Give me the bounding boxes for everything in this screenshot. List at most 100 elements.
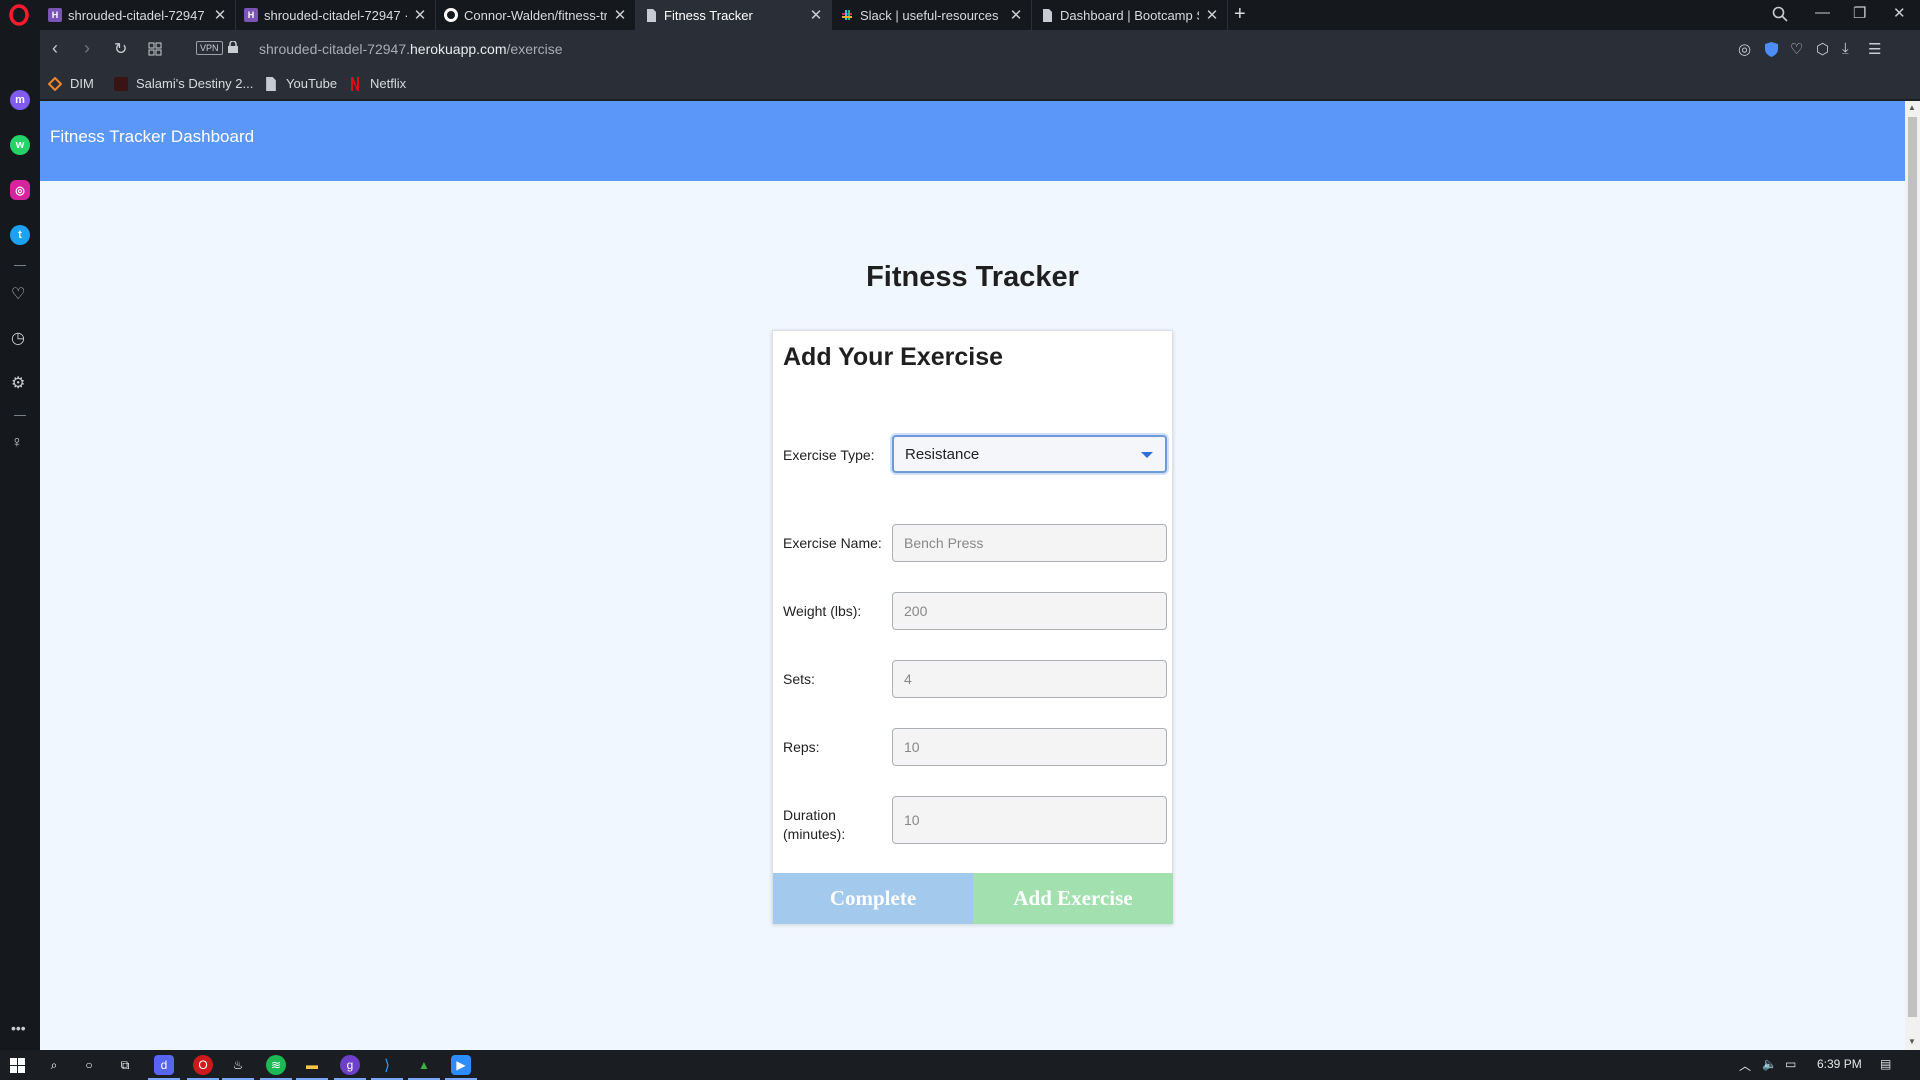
minimize-icon[interactable]: — <box>1815 4 1830 21</box>
lightbulb-icon[interactable]: ♀ <box>11 434 23 452</box>
close-icon[interactable]: ✕ <box>413 6 427 24</box>
mongodb-compass-icon[interactable]: ▲ <box>408 1055 440 1080</box>
taskbar: ⌕ ○ ⧉ d O ♨ ≋ ▬ g ⟩ ▲ ▶ ︿ 🔈 ▭ 6:39 PM ▤ <box>0 1050 1920 1080</box>
opera-taskbar-icon[interactable]: O <box>187 1055 219 1080</box>
reps-label: Reps: <box>783 739 820 755</box>
weight-input[interactable]: 200 <box>892 592 1167 630</box>
history-icon[interactable]: ◷ <box>11 328 25 348</box>
clock[interactable]: 6:39 PM <box>1817 1057 1862 1071</box>
network-icon[interactable]: ▭ <box>1785 1057 1796 1071</box>
lock-icon[interactable] <box>228 41 238 53</box>
steam-icon[interactable]: ♨ <box>222 1055 254 1080</box>
vscode-icon[interactable]: ⟩ <box>371 1055 403 1080</box>
heart-icon[interactable]: ♡ <box>11 284 25 304</box>
navbar-brand-link[interactable]: Fitness Tracker Dashboard <box>50 127 254 147</box>
close-icon[interactable]: ✕ <box>809 6 823 24</box>
camera-icon[interactable]: ◎ <box>1738 40 1751 58</box>
close-icon[interactable]: ✕ <box>1009 6 1023 24</box>
chevron-up-icon[interactable]: ︿ <box>1739 1057 1751 1074</box>
slack-icon <box>840 8 854 22</box>
restore-icon[interactable]: ❐ <box>1853 4 1866 22</box>
tab-3[interactable]: Connor-Walden/fitness-tra ✕ <box>436 0 636 30</box>
tab-6[interactable]: Dashboard | Bootcamp Sp ✕ <box>1032 0 1228 30</box>
scrollbar-thumb[interactable] <box>1908 117 1917 1017</box>
windows-start-icon[interactable] <box>10 1058 25 1073</box>
cortana-icon[interactable]: ○ <box>79 1055 99 1075</box>
download-icon[interactable]: ⤓ <box>1842 40 1849 57</box>
url-field[interactable]: shrouded-citadel-72947.herokuapp.com/exe… <box>259 41 563 57</box>
duration-input[interactable]: 10 <box>892 796 1167 844</box>
opera-logo-icon[interactable] <box>8 4 30 26</box>
github-icon <box>444 8 458 22</box>
sidebar-divider <box>14 415 26 416</box>
shield-icon[interactable] <box>1765 42 1778 57</box>
add-exercise-card: Add Your Exercise Exercise Type: Resista… <box>772 330 1173 924</box>
page-scrollbar[interactable]: ▲ ▼ <box>1905 101 1920 1050</box>
messenger-icon[interactable]: m <box>10 90 30 110</box>
scroll-down-icon[interactable]: ▼ <box>1908 1037 1916 1046</box>
whatsapp-icon[interactable]: w <box>10 135 30 155</box>
search-icon[interactable] <box>1772 6 1788 22</box>
search-icon[interactable]: ⌕ <box>44 1055 64 1075</box>
page-icon <box>266 76 276 91</box>
chevron-down-icon <box>1141 452 1153 458</box>
page-icon <box>1040 8 1054 22</box>
tab-1[interactable]: H shrouded-citadel-72947 · S ✕ <box>40 0 236 30</box>
file-explorer-icon[interactable]: ▬ <box>296 1055 328 1080</box>
complete-button[interactable]: Complete <box>773 873 973 924</box>
tab-title: Connor-Walden/fitness-tra <box>464 7 607 23</box>
tab-4-active[interactable]: Fitness Tracker ✕ <box>636 0 832 30</box>
new-tab-button[interactable]: + <box>1234 3 1246 26</box>
tabs-grid-icon[interactable] <box>148 42 162 56</box>
card-title: Add Your Exercise <box>783 343 1003 371</box>
exercise-type-label: Exercise Type: <box>783 447 875 463</box>
dim-icon <box>48 76 62 91</box>
github-desktop-icon[interactable]: g <box>334 1055 366 1080</box>
exercise-name-input[interactable]: Bench Press <box>892 524 1167 562</box>
notifications-icon[interactable]: ▤ <box>1880 1057 1891 1071</box>
close-icon[interactable]: ✕ <box>1205 6 1219 24</box>
bookmark-dim[interactable]: DIM <box>48 76 94 91</box>
bookmark-salami[interactable]: Salami's Destiny 2... <box>114 76 253 91</box>
heroku-icon: H <box>48 8 62 22</box>
tab-2[interactable]: H shrouded-citadel-72947 · L ✕ <box>236 0 436 30</box>
menu-icon[interactable]: ☰ <box>1868 40 1881 58</box>
reload-icon[interactable]: ↻ <box>114 39 127 59</box>
back-icon[interactable]: ‹ <box>52 38 58 59</box>
zoom-icon[interactable]: ▶ <box>445 1055 477 1080</box>
forward-icon[interactable]: › <box>84 38 90 59</box>
gear-icon[interactable]: ⚙ <box>11 373 25 393</box>
instagram-icon[interactable]: ◎ <box>10 180 30 200</box>
tab-5[interactable]: Slack | useful-resources | U ✕ <box>832 0 1032 30</box>
exercise-type-select[interactable]: Resistance <box>892 435 1167 473</box>
vpn-badge[interactable]: VPN <box>196 41 223 55</box>
box-icon[interactable]: ⬡ <box>1816 40 1829 58</box>
volume-icon[interactable]: 🔈 <box>1762 1057 1777 1071</box>
bookmark-netflix[interactable]: Netflix <box>348 76 406 91</box>
tab-title: shrouded-citadel-72947 · L <box>264 7 407 23</box>
task-view-icon[interactable]: ⧉ <box>115 1055 135 1075</box>
scroll-up-icon[interactable]: ▲ <box>1908 103 1916 112</box>
exercise-type-value: Resistance <box>905 445 980 463</box>
more-icon[interactable]: ••• <box>11 1020 26 1036</box>
add-exercise-button[interactable]: Add Exercise <box>973 873 1173 924</box>
tab-title: Dashboard | Bootcamp Sp <box>1060 7 1199 23</box>
discord-icon[interactable]: d <box>148 1055 180 1080</box>
bookmark-youtube[interactable]: YouTube <box>264 76 337 91</box>
spotify-icon[interactable]: ≋ <box>260 1055 292 1080</box>
page-viewport: Fitness Tracker Dashboard Fitness Tracke… <box>40 101 1905 1050</box>
tab-title: shrouded-citadel-72947 · S <box>68 7 207 23</box>
close-icon[interactable]: ✕ <box>613 6 627 24</box>
tab-bar: H shrouded-citadel-72947 · S ✕ H shroude… <box>0 0 1920 30</box>
close-window-icon[interactable]: ✕ <box>1893 4 1906 22</box>
exercise-name-label: Exercise Name: <box>783 535 882 551</box>
salami-icon <box>114 76 128 91</box>
heart-icon[interactable]: ♡ <box>1790 40 1803 58</box>
app-navbar: Fitness Tracker Dashboard <box>40 101 1905 181</box>
heroku-icon: H <box>244 8 258 22</box>
netflix-icon <box>351 76 359 91</box>
sets-input[interactable]: 4 <box>892 660 1167 698</box>
reps-input[interactable]: 10 <box>892 728 1167 766</box>
twitter-icon[interactable]: t <box>10 225 30 245</box>
close-icon[interactable]: ✕ <box>213 6 227 24</box>
